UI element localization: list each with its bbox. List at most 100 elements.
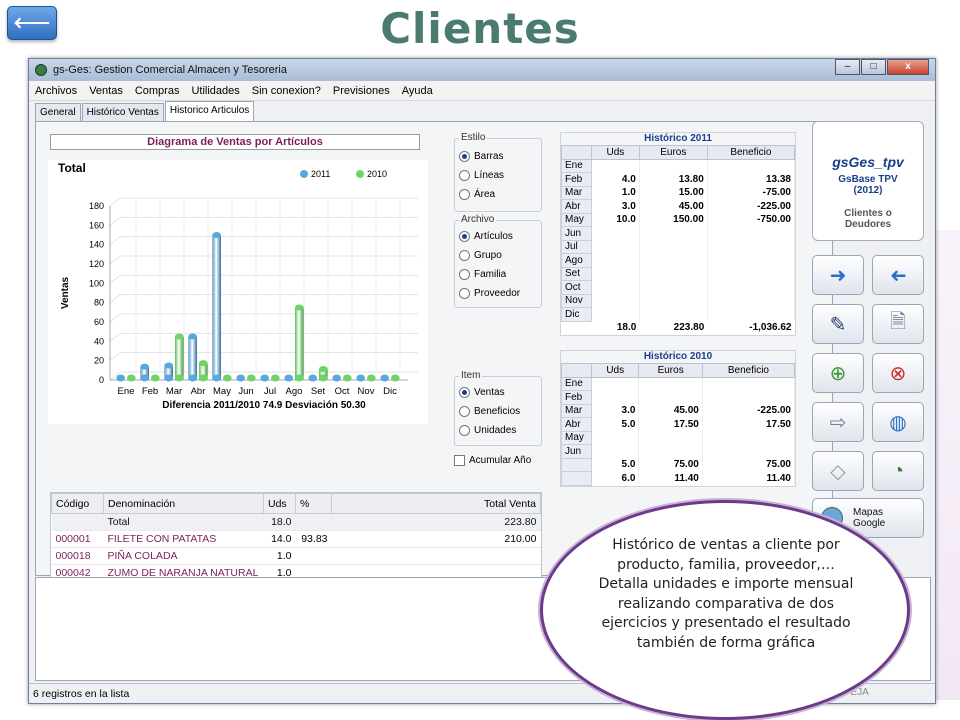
layers-icon: ◇ [830, 460, 846, 483]
legend-label: 2011 [311, 169, 330, 179]
radio-dot[interactable] [459, 151, 470, 162]
historico-2010-title: Histórico 2010 [561, 351, 795, 363]
radio-articulos[interactable]: Artículos [455, 227, 541, 246]
month-row: May [561, 430, 796, 445]
menu-previsiones[interactable]: Previsiones [327, 85, 396, 97]
delete-record-button[interactable]: ⊗ [872, 353, 924, 393]
menu-sin-conexion[interactable]: Sin conexion? [246, 85, 327, 97]
menu-compras[interactable]: Compras [129, 85, 186, 97]
radio-dot[interactable] [459, 387, 470, 398]
value-cell [702, 377, 796, 391]
tab-historico-ventas[interactable]: Histórico Ventas [81, 103, 164, 121]
value-cell: 1.0 [591, 186, 640, 200]
col-codigo[interactable]: Código [51, 493, 104, 514]
radio-dot[interactable] [459, 170, 470, 181]
bar-cap [199, 360, 208, 367]
radio-dot[interactable] [459, 288, 470, 299]
radio-dot[interactable] [459, 406, 470, 417]
export-button[interactable]: ⇨ [812, 402, 864, 442]
month-row: Nov [561, 293, 796, 308]
grid-line [109, 255, 121, 265]
month-cell: Feb [561, 390, 592, 405]
radio-barras[interactable]: Barras [455, 147, 541, 166]
radio-grupo[interactable]: Grupo [455, 246, 541, 265]
close-button[interactable]: x [887, 59, 929, 75]
estilo-legend: Estilo [459, 132, 488, 143]
grid-line [109, 294, 121, 304]
tab-bar: General Histórico Ventas Historico Artic… [35, 101, 255, 121]
maximize-button[interactable]: □ [861, 59, 886, 75]
database-add-icon: ⊕ [829, 362, 847, 385]
month-cell [561, 457, 592, 472]
month-row: Jun [561, 226, 796, 241]
menu-ventas[interactable]: Ventas [83, 85, 129, 97]
month-row: Abr 3.0 45.00 -225.00 [561, 199, 796, 214]
arrow-left-icon: ➜ [889, 264, 907, 287]
value-cell: 15.00 [639, 186, 708, 200]
radio-label: Líneas [474, 170, 505, 181]
prev-arrow-button[interactable]: ➜ [872, 255, 924, 295]
minimize-button[interactable]: – [835, 59, 860, 75]
menubar: Archivos Ventas Compras Utilidades Sin c… [29, 81, 935, 101]
slide-title: Clientes [380, 4, 580, 53]
x-tick-label: Mar [166, 386, 182, 397]
col-total-venta[interactable]: Total Venta [331, 493, 541, 514]
checkbox-box[interactable] [454, 455, 465, 466]
document-refresh-button[interactable]: 🗎 [872, 304, 924, 344]
total-row[interactable]: Total 18.0 223.80 [51, 513, 541, 531]
value-cell: -75.00 [707, 186, 796, 200]
col-denominacion[interactable]: Denominación [103, 493, 264, 514]
col-pct[interactable]: % [295, 493, 332, 514]
radio-label: Grupo [474, 250, 502, 261]
acumular-checkbox[interactable]: Acumular Año [454, 455, 531, 466]
radio-beneficios[interactable]: Beneficios [455, 402, 541, 421]
layers-button[interactable]: ◇ [812, 451, 864, 491]
radio-familia[interactable]: Familia [455, 265, 541, 284]
add-record-button[interactable]: ⊕ [812, 353, 864, 393]
acumular-label: Acumular Año [469, 455, 532, 466]
value-cell [707, 226, 796, 240]
bar-cap [188, 333, 197, 340]
month-cell: Jul [561, 239, 592, 254]
value-cell [591, 444, 640, 458]
col-uds[interactable]: Uds [263, 493, 296, 514]
month-cell: Mar [561, 185, 592, 200]
radio-label: Barras [474, 151, 504, 162]
bar-base [284, 374, 293, 382]
radio-lineas[interactable]: Líneas [455, 166, 541, 185]
value-cell [702, 431, 796, 445]
value-cell: 75.00 [702, 458, 796, 472]
y-tick-label: 0 [99, 375, 104, 385]
radio-unidades[interactable]: Unidades [455, 421, 541, 440]
radio-area[interactable]: Área [455, 185, 541, 204]
menu-utilidades[interactable]: Utilidades [185, 85, 245, 97]
radio-ventas[interactable]: Ventas [455, 383, 541, 402]
menu-ayuda[interactable]: Ayuda [396, 85, 439, 97]
radio-dot[interactable] [459, 269, 470, 280]
next-arrow-button[interactable]: ➜ [812, 255, 864, 295]
chart-button[interactable]: ◔ [872, 451, 924, 491]
table-row[interactable]: 000001 FILETE CON PATATAS 14.0 93.83 210.00 [51, 530, 541, 548]
x-tick-label: Ene [118, 386, 135, 397]
menu-archivos[interactable]: Archivos [29, 85, 83, 97]
back-button[interactable]: ⟵ [7, 6, 57, 40]
table-row[interactable]: 000018 PIÑA COLADA 1.0 [51, 547, 541, 565]
value-cell: 13.38 [707, 172, 796, 186]
edit-button[interactable]: ✎ [812, 304, 864, 344]
x-tick-label: Oct [335, 386, 350, 397]
value-cell [638, 444, 703, 458]
radio-dot[interactable] [459, 189, 470, 200]
radio-proveedor[interactable]: Proveedor [455, 284, 541, 303]
tab-historico-articulos[interactable]: Historico Articulos [164, 101, 255, 121]
month-row: Feb [561, 390, 796, 405]
web-button[interactable]: ◍ [872, 402, 924, 442]
item-legend: Item [459, 370, 483, 381]
bar-base [188, 374, 197, 382]
window-titlebar: gs-Ges: Gestion Comercial Almacen y Teso… [29, 59, 935, 81]
radio-dot[interactable] [459, 250, 470, 261]
radio-dot[interactable] [459, 425, 470, 436]
radio-dot[interactable] [459, 231, 470, 242]
tab-general[interactable]: General [35, 103, 81, 121]
col-euros: Euros [638, 145, 708, 160]
month-cell: Abr [561, 417, 592, 432]
